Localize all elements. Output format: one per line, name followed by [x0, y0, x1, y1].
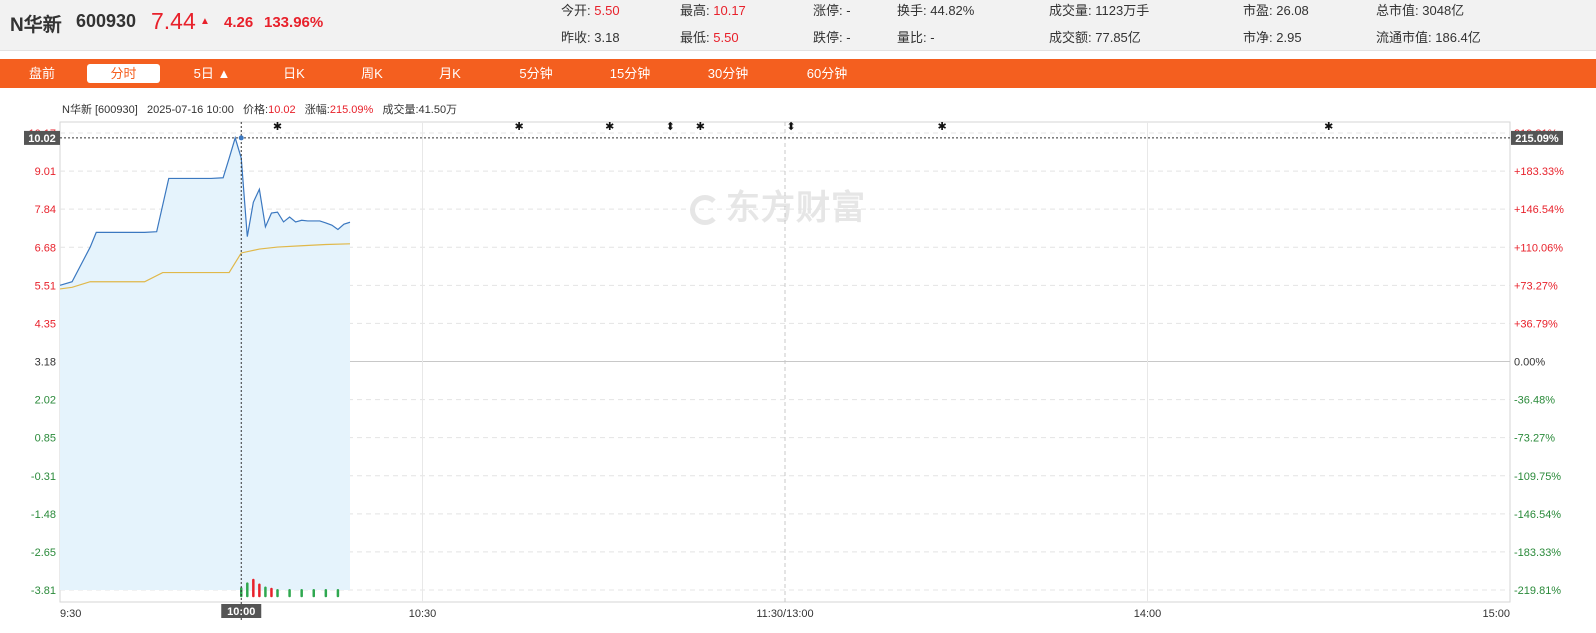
- crosshair-price-label: 10.02: [28, 133, 56, 145]
- intraday-chart[interactable]: 10.17219.81%9.01+183.33%7.84+146.54%6.68…: [0, 0, 1596, 633]
- y-tick-label-right: +36.79%: [1514, 318, 1558, 330]
- x-tick-label: 11:30/13:00: [756, 608, 813, 620]
- price-area: [60, 137, 350, 590]
- y-tick-label-right: -73.27%: [1514, 433, 1555, 445]
- event-marker-icon: ✱: [937, 120, 946, 133]
- y-tick-label-left: 2.02: [35, 395, 56, 407]
- event-marker-icon: ⬍: [786, 120, 795, 133]
- x-tick-label: 15:00: [1482, 608, 1510, 620]
- crosshair-time-label: 10:00: [227, 606, 255, 618]
- y-tick-label-left: -2.65: [31, 547, 56, 559]
- y-tick-label-left: 6.68: [35, 242, 56, 254]
- y-tick-label-right: +183.33%: [1514, 166, 1564, 178]
- y-tick-label-left: 4.35: [35, 318, 56, 330]
- y-tick-label-left: 9.01: [35, 166, 56, 178]
- y-tick-label-left: 5.51: [35, 280, 56, 292]
- y-tick-label-right: -219.81%: [1514, 585, 1561, 597]
- y-tick-label-left: -3.81: [31, 585, 56, 597]
- event-marker-icon: ✱: [1324, 120, 1333, 133]
- event-marker-icon: ✱: [605, 120, 614, 133]
- event-marker-icon: ✱: [273, 120, 282, 133]
- y-tick-label-right: +146.54%: [1514, 204, 1564, 216]
- x-tick-label: 10:30: [409, 608, 437, 620]
- crosshair-point: [238, 135, 244, 141]
- y-tick-label-right: -36.48%: [1514, 395, 1555, 407]
- y-tick-label-right: 0.00%: [1514, 357, 1545, 369]
- y-tick-label-left: 7.84: [35, 204, 56, 216]
- y-tick-label-right: +110.06%: [1514, 242, 1563, 254]
- y-tick-label-left: -1.48: [31, 509, 56, 521]
- y-tick-label-right: -109.75%: [1514, 471, 1561, 483]
- crosshair-pct-label: 215.09%: [1515, 133, 1559, 145]
- event-marker-icon: ⬍: [666, 120, 675, 133]
- x-tick-label: 9:30: [60, 608, 81, 620]
- y-tick-label-left: 3.18: [35, 357, 56, 369]
- y-tick-label-left: 0.85: [35, 433, 56, 445]
- event-marker-icon: ✱: [515, 120, 524, 133]
- x-tick-label: 14:00: [1134, 608, 1162, 620]
- y-tick-label-left: -0.31: [31, 471, 56, 483]
- y-tick-label-right: +73.27%: [1514, 280, 1558, 292]
- y-tick-label-right: -183.33%: [1514, 547, 1561, 559]
- y-tick-label-right: -146.54%: [1514, 509, 1561, 521]
- event-marker-icon: ✱: [696, 120, 705, 133]
